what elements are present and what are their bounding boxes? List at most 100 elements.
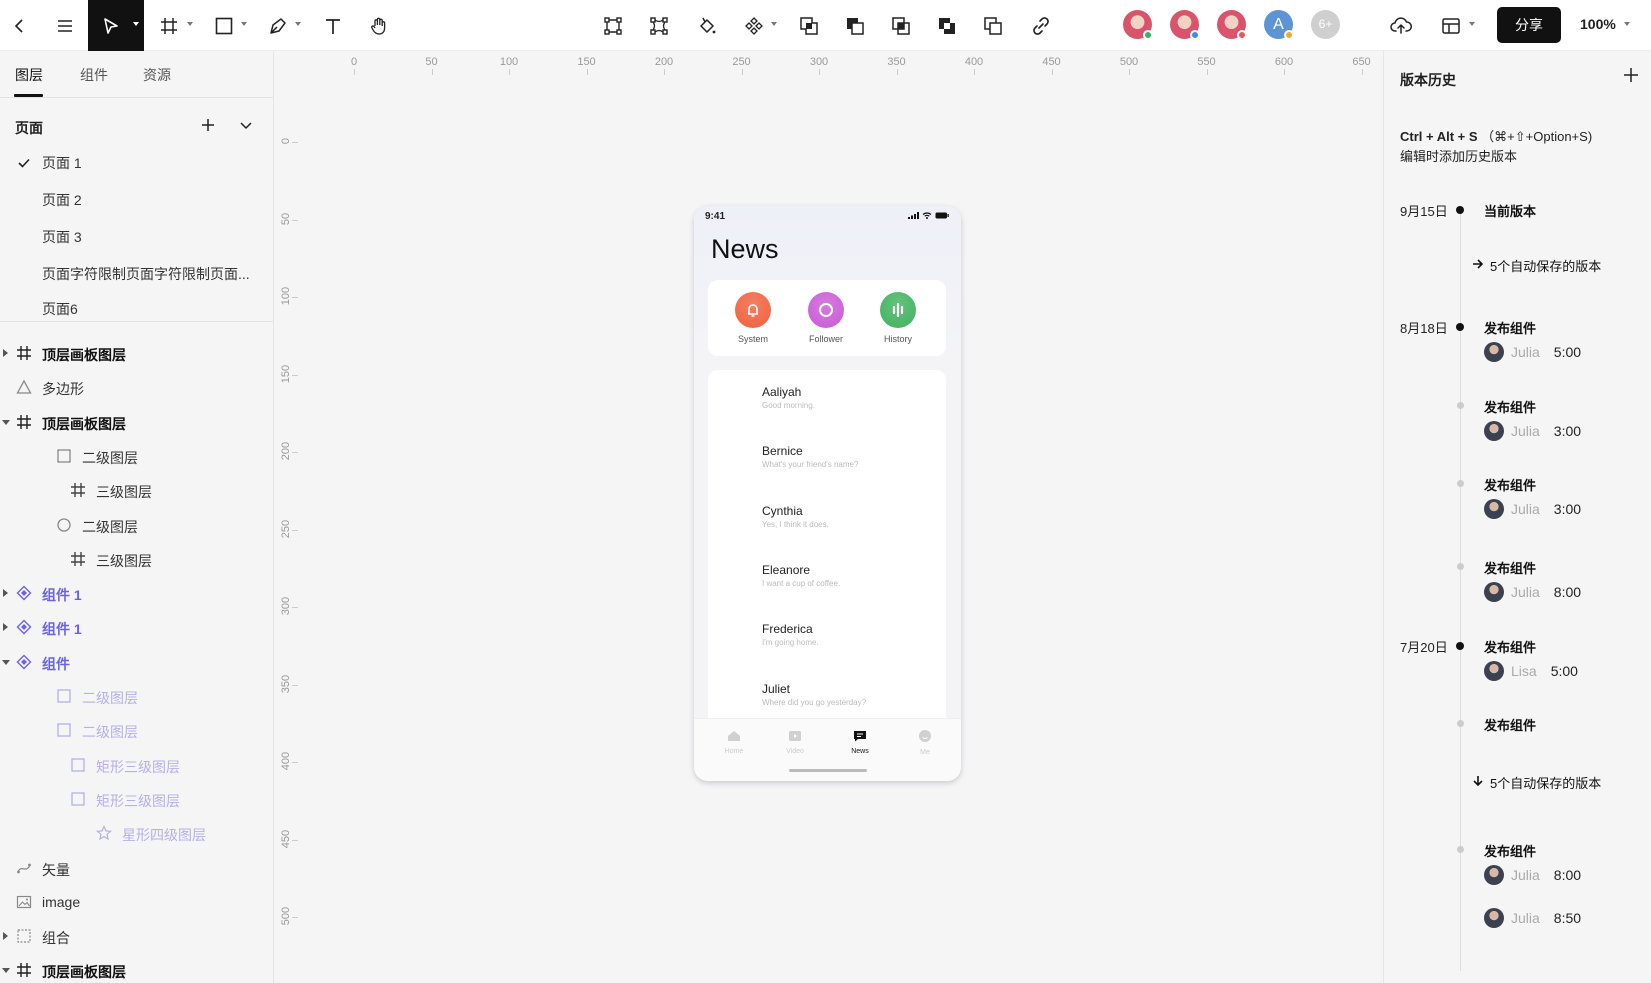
layer-row[interactable]: 星形四级图层: [0, 816, 273, 850]
page-item[interactable]: 页面 2: [0, 183, 273, 217]
message-item[interactable]: Frederica I'm going home.: [762, 622, 819, 647]
phone-frame[interactable]: 9:41 News System Follower History Aaliyah G…: [694, 206, 961, 781]
layer-row[interactable]: 二级图层: [0, 439, 273, 473]
share-button[interactable]: 分享: [1497, 7, 1561, 43]
ruler-tick: [819, 69, 820, 75]
expand-arrow-icon[interactable]: [3, 589, 8, 598]
move-tool-icon[interactable]: [88, 0, 144, 51]
layer-row[interactable]: 二级图层: [0, 713, 273, 747]
collaborator-avatar[interactable]: [1217, 10, 1247, 40]
frame-tool-icon[interactable]: [152, 0, 198, 51]
layer-row[interactable]: 组件: [0, 645, 273, 679]
category-history[interactable]: History: [863, 292, 933, 344]
page-item[interactable]: 页面 1: [0, 146, 273, 180]
collapse-arrow-icon[interactable]: [2, 659, 10, 665]
layer-row[interactable]: 组件 1: [0, 576, 273, 610]
layer-row[interactable]: 矩形三级图层: [0, 748, 273, 782]
ruler-tick: [292, 452, 298, 453]
text-tool-icon[interactable]: [318, 0, 348, 51]
back-icon[interactable]: [6, 0, 34, 51]
page-item[interactable]: 页面字符限制页面字符限制页面...: [0, 257, 273, 291]
phone-tab-me[interactable]: Me: [900, 729, 950, 756]
message-preview: I want a cup of coffee.: [762, 578, 841, 588]
zoom-select[interactable]: 100%: [1580, 0, 1630, 47]
layer-label: 二级图层: [82, 518, 138, 535]
menu-icon[interactable]: [50, 0, 80, 51]
layer-label: 二级图层: [82, 449, 138, 466]
component-tool-icon[interactable]: [738, 0, 782, 51]
subtract-icon[interactable]: [840, 0, 870, 51]
collapse-arrow-icon[interactable]: [2, 419, 10, 425]
message-item[interactable]: Bernice What's your friend's name?: [762, 444, 858, 469]
layer-row[interactable]: 顶层画板图层: [0, 953, 273, 983]
collaborator-avatar[interactable]: A: [1264, 10, 1294, 40]
message-item[interactable]: Aaliyah Good morning.: [762, 385, 815, 410]
layer-row[interactable]: 二级图层: [0, 679, 273, 713]
tab-components[interactable]: 组件: [80, 65, 108, 85]
me-icon: [900, 729, 950, 748]
paint-bucket-icon[interactable]: [692, 0, 722, 51]
layer-label: 矢量: [42, 861, 70, 878]
layer-row[interactable]: 组件 1: [0, 610, 273, 644]
phone-tab-news[interactable]: News: [835, 729, 885, 755]
message-item[interactable]: Eleanore I want a cup of coffee.: [762, 563, 840, 588]
collapse-pages-icon[interactable]: [237, 116, 255, 134]
link-icon[interactable]: [1026, 0, 1056, 51]
union-icon[interactable]: [794, 0, 824, 51]
phone-tab-home[interactable]: Home: [709, 729, 759, 755]
collaborator-avatar[interactable]: [1123, 10, 1153, 40]
message-item[interactable]: Juliet Where did you go yesterday?: [762, 682, 866, 707]
ruler-tick: [292, 374, 298, 376]
pen-tool-icon[interactable]: [262, 0, 306, 51]
ruler-label: 600: [1274, 56, 1294, 68]
polygon-icon: [16, 379, 32, 395]
ruler-tick: [354, 69, 355, 75]
rectangle-tool-icon[interactable]: [208, 0, 252, 51]
layer-row[interactable]: 多边形: [0, 370, 273, 404]
version-author: Julia 8:50: [1484, 908, 1581, 928]
phone-tab-video[interactable]: Video: [770, 729, 820, 755]
ruler-tick: [292, 684, 298, 686]
category-follower[interactable]: Follower: [791, 292, 861, 344]
page-item[interactable]: 页面6: [0, 293, 273, 319]
layer-row[interactable]: 组合: [0, 919, 273, 953]
rectangle-icon: [56, 688, 72, 704]
expand-arrow-icon[interactable]: [3, 932, 8, 941]
bend-tool-icon[interactable]: [644, 0, 674, 51]
add-version-icon[interactable]: [1621, 65, 1641, 85]
layer-label: 三级图层: [96, 484, 152, 501]
intersect-icon[interactable]: [886, 0, 916, 51]
upload-icon[interactable]: [1386, 0, 1416, 51]
tab-layers[interactable]: 图层: [15, 65, 43, 85]
tab-assets[interactable]: 资源: [143, 65, 171, 85]
layer-row[interactable]: 二级图层: [0, 508, 273, 542]
layer-row[interactable]: 矩形三级图层: [0, 782, 273, 816]
layer-row[interactable]: 三级图层: [0, 542, 273, 576]
layer-label: 矩形三级图层: [96, 792, 180, 809]
expand-arrow-icon[interactable]: [3, 623, 8, 632]
expand-arrow-icon[interactable]: [3, 349, 8, 357]
vector-network-icon[interactable]: [598, 0, 628, 51]
exclude-icon[interactable]: [932, 0, 962, 51]
layer-row[interactable]: 顶层画板图层: [0, 405, 273, 439]
flatten-icon[interactable]: [978, 0, 1008, 51]
add-page-icon[interactable]: [199, 116, 217, 134]
category-system[interactable]: System: [718, 292, 788, 344]
layer-row[interactable]: 矢量: [0, 851, 273, 885]
version-title: 发布组件: [1484, 478, 1537, 493]
status-dot: [1237, 30, 1247, 40]
page-item[interactable]: 页面 3: [0, 220, 273, 254]
layer-row[interactable]: 三级图层: [0, 473, 273, 507]
ruler-tick: [1361, 69, 1363, 75]
hand-tool-icon[interactable]: [364, 0, 394, 51]
collaborator-avatar[interactable]: 6+: [1311, 10, 1340, 39]
collapse-arrow-icon[interactable]: [2, 968, 10, 974]
layout-icon[interactable]: [1434, 0, 1480, 51]
version-author: Julia 8:00: [1484, 865, 1581, 885]
message-item[interactable]: Cynthia Yes, I think it does.: [762, 504, 829, 529]
message-sender: Aaliyah: [762, 385, 802, 399]
layer-label: 多边形: [42, 381, 84, 398]
collaborator-avatar[interactable]: [1170, 10, 1200, 40]
layer-row[interactable]: image: [0, 885, 273, 919]
layer-row[interactable]: 顶层画板图层: [0, 336, 273, 370]
